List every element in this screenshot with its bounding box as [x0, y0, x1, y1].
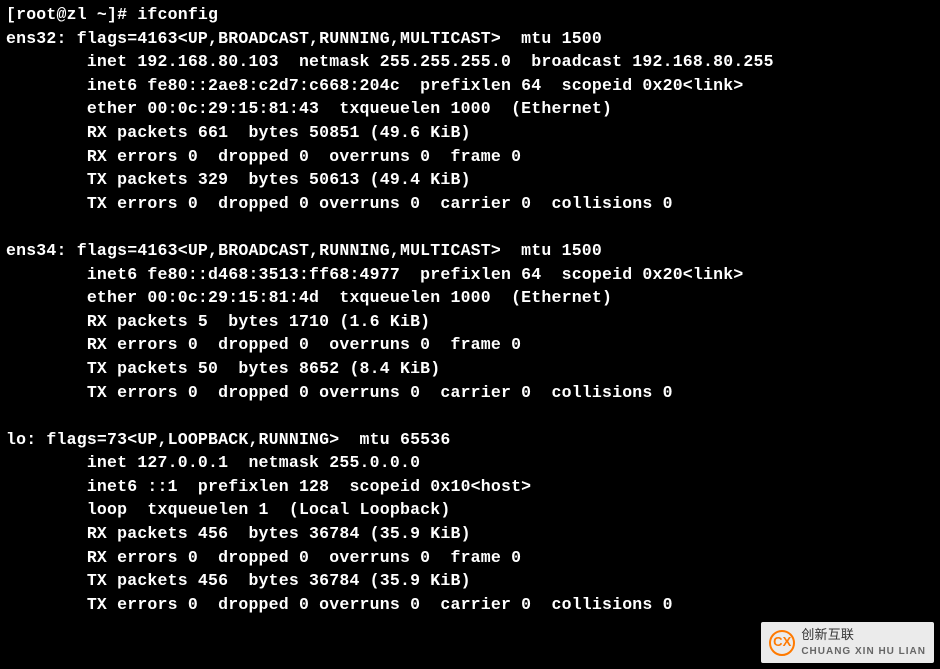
- iface-ens34-line: TX packets 50 bytes 8652 (8.4 KiB): [6, 357, 934, 381]
- blank-line: [6, 215, 934, 239]
- iface-ens34-header: ens34: flags=4163<UP,BROADCAST,RUNNING,M…: [6, 239, 934, 263]
- iface-lo-header: lo: flags=73<UP,LOOPBACK,RUNNING> mtu 65…: [6, 428, 934, 452]
- iface-ens32-line: RX errors 0 dropped 0 overruns 0 frame 0: [6, 145, 934, 169]
- iface-lo-line: RX packets 456 bytes 36784 (35.9 KiB): [6, 522, 934, 546]
- iface-ens32-line: TX errors 0 dropped 0 overruns 0 carrier…: [6, 192, 934, 216]
- watermark-label: 创新互联: [801, 626, 926, 645]
- iface-ens34-line: ether 00:0c:29:15:81:4d txqueuelen 1000 …: [6, 286, 934, 310]
- watermark: CX 创新互联 CHUANG XIN HU LIAN: [761, 622, 934, 663]
- iface-lo-line: inet 127.0.0.1 netmask 255.0.0.0: [6, 451, 934, 475]
- iface-lo-line: TX packets 456 bytes 36784 (35.9 KiB): [6, 569, 934, 593]
- iface-ens34-line: TX errors 0 dropped 0 overruns 0 carrier…: [6, 381, 934, 405]
- terminal-prompt[interactable]: [root@zl ~]# ifconfig: [6, 3, 934, 27]
- blank-line: [6, 404, 934, 428]
- iface-lo-line: loop txqueuelen 1 (Local Loopback): [6, 498, 934, 522]
- iface-lo-line: inet6 ::1 prefixlen 128 scopeid 0x10<hos…: [6, 475, 934, 499]
- iface-ens32-line: ether 00:0c:29:15:81:43 txqueuelen 1000 …: [6, 97, 934, 121]
- iface-ens34-line: RX packets 5 bytes 1710 (1.6 KiB): [6, 310, 934, 334]
- iface-ens32-line: RX packets 661 bytes 50851 (49.6 KiB): [6, 121, 934, 145]
- iface-ens34-line: RX errors 0 dropped 0 overruns 0 frame 0: [6, 333, 934, 357]
- iface-lo-line: RX errors 0 dropped 0 overruns 0 frame 0: [6, 546, 934, 570]
- watermark-logo-icon: CX: [769, 630, 795, 656]
- iface-lo-line: TX errors 0 dropped 0 overruns 0 carrier…: [6, 593, 934, 617]
- iface-ens32-line: TX packets 329 bytes 50613 (49.4 KiB): [6, 168, 934, 192]
- watermark-sub: CHUANG XIN HU LIAN: [801, 645, 926, 659]
- iface-ens34-line: inet6 fe80::d468:3513:ff68:4977 prefixle…: [6, 263, 934, 287]
- iface-ens32-line: inet 192.168.80.103 netmask 255.255.255.…: [6, 50, 934, 74]
- iface-ens32-header: ens32: flags=4163<UP,BROADCAST,RUNNING,M…: [6, 27, 934, 51]
- iface-ens32-line: inet6 fe80::2ae8:c2d7:c668:204c prefixle…: [6, 74, 934, 98]
